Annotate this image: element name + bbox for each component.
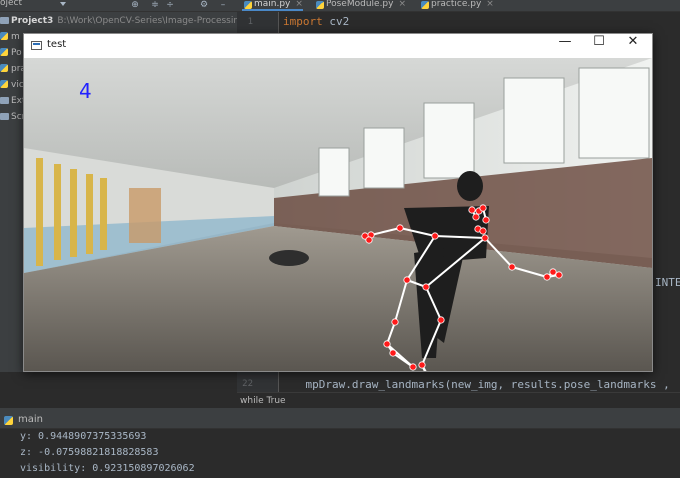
tree-item-label: m [11,32,20,42]
scratch-icon [0,113,9,120]
close-icon[interactable]: × [398,0,406,9]
tab-label: PoseModule.py [326,0,394,9]
pose-landmark [383,340,391,348]
run-panel-header: main [0,411,680,429]
pose-landmark [468,206,476,214]
tree-item[interactable]: Po [0,45,22,61]
pose-landmark [391,318,399,326]
pose-landmark [396,224,404,232]
code-keyword: import [283,15,323,28]
pose-landmark [389,349,397,357]
minimize-panel-icon[interactable]: – [218,0,228,10]
gear-icon[interactable]: ⚙ [199,0,209,10]
console-line: visibility: 0.923150897026062 [20,463,195,474]
pose-landmark [555,271,563,279]
target-icon[interactable]: ⊕ [130,0,140,10]
line-number: 1 [247,17,253,27]
window-title: test [47,39,67,50]
python-file-icon [4,416,13,425]
ide-screen: oject ⊕ ≑ ÷ ⚙ – main.py × PoseModule.py × … [0,0,680,478]
pose-landmark [431,232,439,240]
folder-icon [0,17,9,24]
python-file-icon [0,48,8,56]
console-line: z: -0.07598821818828583 [20,447,159,458]
pose-landmark [482,216,490,224]
maximize-icon[interactable]: ☐ [582,34,616,58]
tree-item-label: vic [11,80,24,90]
tree-item-root[interactable]: Project3 B:\Work\OpenCV-Series\Image-Proc… [0,13,257,29]
pose-landmark [422,283,430,291]
fps-counter: 4 [79,79,92,103]
run-console[interactable]: y: 0.9448907375335693 z: -0.075988218188… [0,429,680,478]
minimize-icon[interactable]: — [548,34,582,58]
code-text: cv2 [322,15,350,28]
collapse-icon[interactable]: ≑ [150,0,160,10]
pose-landmark [472,213,480,221]
video-file-icon [0,80,8,88]
code-line: import cv2 [283,15,349,28]
opencv-window[interactable]: test — ☐ ✕ 4 [23,33,653,372]
pose-landmark [543,273,551,281]
library-icon [0,97,9,104]
python-file-icon [0,32,8,40]
pose-landmark [418,361,426,369]
close-icon[interactable]: ✕ [616,34,650,58]
project-path: B:\Work\OpenCV-Series\Image-Processing\P… [57,16,257,26]
pose-landmark [437,316,445,324]
tree-item-label: Po [11,48,22,58]
window-titlebar[interactable]: test — ☐ ✕ [24,34,652,58]
pose-landmark [365,236,373,244]
ide-toolbar: oject ⊕ ≑ ÷ ⚙ – main.py × PoseModule.py × … [0,0,680,12]
line-number: 22 [242,379,253,389]
tab-posemodule[interactable]: PoseModule.py × [314,0,406,11]
pose-landmark [481,234,489,242]
python-file-icon [421,1,429,9]
console-line: y: 0.9448907375335693 [20,431,147,442]
tree-item[interactable]: vic [0,77,24,93]
python-file-icon [0,64,8,72]
chevron-down-icon[interactable] [60,2,66,6]
wall-poster [129,188,161,243]
tab-practice[interactable]: practice.py × [419,0,494,11]
run-tab-main[interactable]: main [4,413,43,427]
tab-label: main.py [254,0,291,9]
pose-landmark [549,268,557,276]
python-file-icon [316,1,324,9]
code-fragment: INTE [655,276,680,289]
tab-main[interactable]: main.py × [242,0,303,11]
pose-landmark [479,204,487,212]
project-root-label: Project3 [11,16,54,26]
run-tab-label: main [18,414,43,425]
close-icon[interactable]: × [486,0,494,9]
tree-item[interactable]: m [0,29,20,45]
pose-landmark [409,363,417,371]
window-app-icon [31,41,42,50]
tab-label: practice.py [431,0,482,9]
video-frame: 4 [24,58,652,371]
tire [269,250,309,266]
python-file-icon [244,1,252,9]
close-icon[interactable]: × [295,0,303,9]
pose-landmark [508,263,516,271]
project-view-dropdown[interactable]: oject [0,0,22,8]
expand-icon[interactable]: ÷ [165,0,175,10]
pose-landmark [403,276,411,284]
code-line: mpDraw.draw_landmarks(new_img, results.p… [279,378,670,391]
breadcrumb[interactable]: while True [237,392,680,409]
pose-landmark [479,227,487,235]
